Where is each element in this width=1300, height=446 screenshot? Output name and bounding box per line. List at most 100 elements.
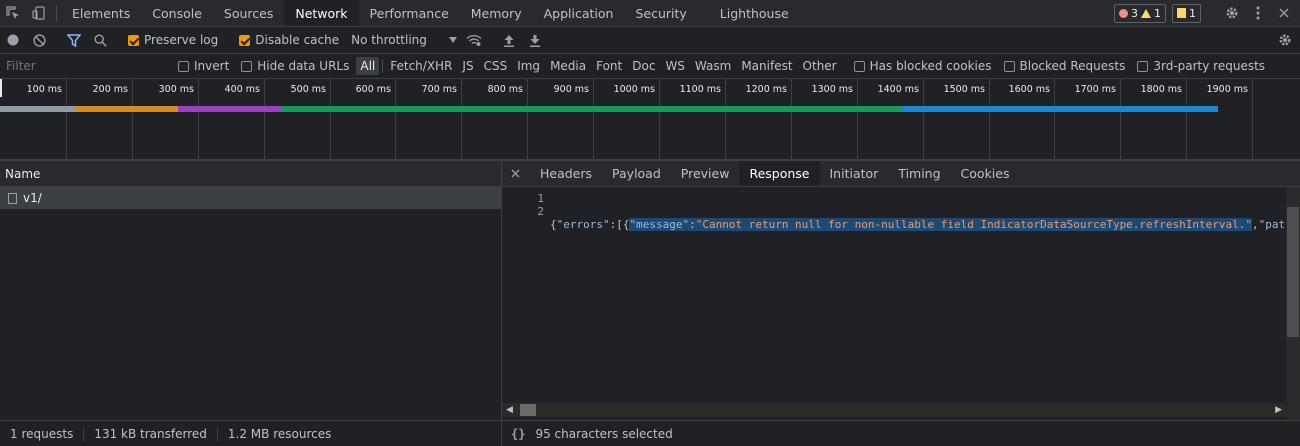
tab-security[interactable]: Security bbox=[624, 0, 697, 26]
waterfall-segment-queueing bbox=[0, 106, 75, 112]
checkbox-checked[interactable] bbox=[128, 34, 139, 46]
tab-initiator[interactable]: Initiator bbox=[820, 161, 889, 186]
has-blocked-cookies-checkbox[interactable]: Has blocked cookies bbox=[848, 59, 998, 73]
type-filter-all[interactable]: All bbox=[356, 57, 380, 75]
tab-preview[interactable]: Preview bbox=[671, 161, 740, 186]
timeline-tick-label: 300 ms bbox=[158, 84, 194, 95]
preserve-log-checkbox[interactable]: Preserve log bbox=[122, 33, 224, 47]
response-code[interactable]: {"errors":[{"message":"Cannot return nul… bbox=[550, 192, 1284, 296]
timeline-tick-label: 700 ms bbox=[421, 84, 457, 95]
scroll-right-arrow-icon[interactable]: ▶ bbox=[1275, 405, 1286, 415]
type-filter-doc[interactable]: Doc bbox=[628, 57, 659, 75]
preserve-log-label: Preserve log bbox=[144, 33, 219, 47]
scroll-left-arrow-icon[interactable]: ◀ bbox=[502, 405, 513, 415]
waterfall-segment-download bbox=[902, 106, 1218, 112]
more-options-icon[interactable] bbox=[1248, 6, 1268, 20]
hide-data-urls-checkbox[interactable]: Hide data URLs bbox=[235, 59, 355, 73]
tab-lighthouse[interactable]: Lighthouse bbox=[698, 0, 800, 26]
close-icon[interactable] bbox=[1274, 8, 1294, 18]
issues-badge[interactable]: 1 bbox=[1172, 3, 1201, 23]
timeline-gridline bbox=[857, 79, 858, 160]
detail-tab-bar: Headers Payload Preview Response Initiat… bbox=[502, 160, 1300, 187]
devtools-tab-bar: Elements Console Sources Network Perform… bbox=[0, 0, 1300, 27]
timeline-gridline bbox=[659, 79, 660, 160]
third-party-requests-checkbox[interactable]: 3rd-party requests bbox=[1131, 59, 1271, 73]
inspect-element-icon[interactable] bbox=[0, 0, 26, 26]
tab-cookies[interactable]: Cookies bbox=[951, 161, 1020, 186]
network-conditions-wifi-icon[interactable] bbox=[461, 27, 487, 54]
timeline-tick-label: 1600 ms bbox=[1008, 84, 1050, 95]
response-editor[interactable]: 1 2 {"errors":[{"message":"Cannot return… bbox=[502, 192, 1300, 410]
tab-payload[interactable]: Payload bbox=[602, 161, 671, 186]
tab-sources[interactable]: Sources bbox=[213, 0, 284, 26]
tab-timing[interactable]: Timing bbox=[888, 161, 950, 186]
type-filter-ws[interactable]: WS bbox=[661, 57, 688, 75]
pretty-print-braces-icon[interactable]: {} bbox=[511, 427, 525, 441]
issue-flag-icon bbox=[1177, 8, 1186, 18]
type-filter-img[interactable]: Img bbox=[513, 57, 544, 75]
timeline-overview[interactable]: 100 ms 200 ms 300 ms 400 ms 500 ms 600 ms 700 … bbox=[0, 79, 1300, 160]
badges: 3 1 1 bbox=[1114, 0, 1300, 26]
checkbox-unchecked[interactable] bbox=[1003, 60, 1015, 72]
checkbox-checked[interactable] bbox=[239, 34, 251, 46]
type-filter-fetch-xhr[interactable]: Fetch/XHR bbox=[386, 57, 456, 75]
tab-performance[interactable]: Performance bbox=[359, 0, 460, 26]
summary-status-bar: 1 requests 131 kB transferred 1.2 MB res… bbox=[0, 420, 501, 446]
network-toolbar: Preserve log Disable cache No throttling bbox=[0, 27, 1300, 54]
checkbox-unchecked[interactable] bbox=[241, 60, 253, 72]
waterfall-segment-ssl bbox=[178, 106, 282, 112]
network-settings-gear-icon[interactable] bbox=[1272, 27, 1298, 54]
tab-headers[interactable]: Headers bbox=[530, 161, 602, 186]
type-filter-font[interactable]: Font bbox=[592, 57, 626, 75]
tab-network[interactable]: Network bbox=[284, 0, 359, 26]
line-number-gutter: 1 2 bbox=[502, 192, 544, 218]
vertical-scrollbar[interactable] bbox=[1286, 187, 1300, 419]
invert-checkbox[interactable]: Invert bbox=[172, 59, 235, 73]
timeline-gridline bbox=[1252, 79, 1253, 160]
tab-console[interactable]: Console bbox=[141, 0, 213, 26]
name-column-header[interactable]: Name bbox=[0, 160, 501, 187]
clear-icon[interactable] bbox=[26, 27, 52, 54]
timeline-gridline bbox=[527, 79, 528, 160]
type-filter-manifest[interactable]: Manifest bbox=[737, 57, 796, 75]
search-icon[interactable] bbox=[87, 27, 113, 54]
settings-gear-icon[interactable] bbox=[1222, 6, 1242, 20]
filter-icon[interactable] bbox=[61, 27, 87, 54]
code-key-errors: "errors" bbox=[556, 218, 610, 231]
import-har-upload-icon[interactable] bbox=[496, 27, 522, 54]
tab-application[interactable]: Application bbox=[533, 0, 625, 26]
tab-elements[interactable]: Elements bbox=[61, 0, 141, 26]
throttling-select[interactable]: No throttling bbox=[345, 33, 457, 47]
detail-status-bar: {} 95 characters selected bbox=[502, 420, 1300, 446]
blocked-requests-checkbox[interactable]: Blocked Requests bbox=[998, 59, 1132, 73]
code-punct: , bbox=[1252, 218, 1259, 231]
hide-data-urls-label: Hide data URLs bbox=[257, 59, 350, 73]
filter-input[interactable] bbox=[2, 57, 164, 75]
type-filter-other[interactable]: Other bbox=[799, 57, 841, 75]
request-row[interactable]: v1/ bbox=[0, 187, 501, 209]
vertical-scroll-thumb[interactable] bbox=[1287, 207, 1299, 337]
record-icon[interactable] bbox=[0, 27, 26, 54]
type-filter-wasm[interactable]: Wasm bbox=[691, 57, 735, 75]
error-badge[interactable]: 3 1 bbox=[1114, 3, 1166, 23]
horizontal-scrollbar[interactable]: ◀ ▶ bbox=[502, 403, 1286, 417]
timeline-gridline bbox=[1120, 79, 1121, 160]
timeline-tick-label: 1100 ms bbox=[679, 84, 721, 95]
export-har-download-icon[interactable] bbox=[522, 27, 548, 54]
code-line-1: {"errors":[{"message":"Cannot return nul… bbox=[550, 218, 1284, 231]
type-filter-media[interactable]: Media bbox=[546, 57, 590, 75]
error-icon bbox=[1119, 8, 1128, 18]
close-detail-icon[interactable] bbox=[502, 161, 530, 186]
type-filter-js[interactable]: JS bbox=[458, 57, 477, 75]
horizontal-scroll-thumb[interactable] bbox=[520, 404, 536, 416]
checkbox-unchecked[interactable] bbox=[853, 60, 865, 72]
checkbox-unchecked[interactable] bbox=[1137, 60, 1149, 72]
tab-response[interactable]: Response bbox=[739, 161, 820, 186]
device-toolbar-icon[interactable] bbox=[26, 0, 52, 26]
disable-cache-checkbox[interactable]: Disable cache bbox=[233, 33, 345, 47]
code-string-message: "Cannot return null for non-nullable fie… bbox=[695, 218, 1253, 231]
tab-memory[interactable]: Memory bbox=[460, 0, 533, 26]
type-filter-css[interactable]: CSS bbox=[480, 57, 512, 75]
timeline-gridline bbox=[791, 79, 792, 160]
checkbox-unchecked[interactable] bbox=[178, 60, 189, 72]
